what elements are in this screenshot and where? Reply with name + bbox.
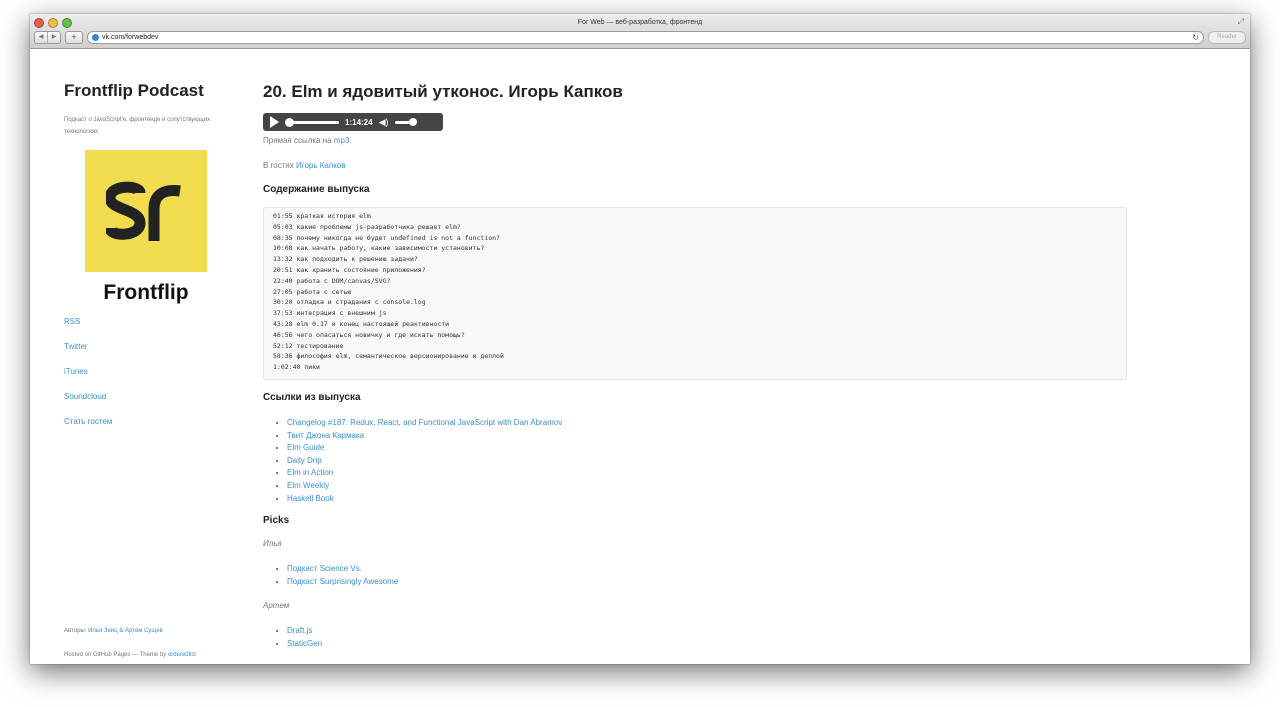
browser-window: For Web — веб-разработка, фронтенд ⤢ ◀ ▶… bbox=[30, 14, 1250, 664]
browser-toolbar: ◀ ▶ + vk.com/forwebdev ↻ Reader bbox=[34, 31, 1246, 44]
list-item-link[interactable]: Draft.js bbox=[287, 625, 322, 638]
direct-link-line: Прямая ссылка на mp3. bbox=[263, 136, 352, 145]
direct-link-label: Прямая ссылка на bbox=[263, 136, 332, 145]
list-item-link[interactable]: Твит Джона Кармака bbox=[287, 430, 562, 443]
back-arrow-icon[interactable]: ◀ bbox=[35, 32, 47, 43]
picks-list: Подкаст Science Vs. Подкаст Surprisingly… bbox=[275, 563, 398, 588]
volume-icon[interactable]: ◀) bbox=[379, 117, 389, 128]
reload-icon[interactable]: ↻ bbox=[1192, 32, 1199, 43]
forward-arrow-icon[interactable]: ▶ bbox=[47, 32, 60, 43]
add-bookmark-button[interactable]: + bbox=[65, 31, 83, 44]
direct-link-suffix: . bbox=[349, 136, 352, 145]
pick-author-name: Илья bbox=[263, 539, 282, 548]
guest-line: В гостях Игорь Капков bbox=[263, 161, 346, 170]
mp3-link[interactable]: mp3 bbox=[334, 136, 350, 145]
reader-button[interactable]: Reader bbox=[1208, 31, 1246, 44]
list-item-link[interactable]: StaticGen bbox=[287, 638, 322, 651]
logo-wordmark: Frontflip bbox=[103, 281, 189, 304]
list-item-link[interactable]: Changelog #187: Redux, React, and Functi… bbox=[287, 417, 562, 430]
timecode-line: 22:40 работа с DOM/canvas/SVG? bbox=[273, 276, 391, 285]
audio-player: 1:14:24 ◀) bbox=[263, 113, 443, 131]
sr-logo-icon bbox=[106, 181, 181, 241]
list-item-link[interactable]: Elm Guide bbox=[287, 442, 562, 455]
theme-author-link[interactable]: orderedlist bbox=[168, 652, 196, 658]
timecode-line: 27:05 работа с сетью bbox=[273, 287, 352, 296]
timecode-line: 37:53 интеграция с внешним js bbox=[273, 309, 387, 318]
sidebar: Frontflip Podcast Подкаст о JavaScript'е… bbox=[64, 49, 239, 664]
url-text: vk.com/forwebdev bbox=[102, 34, 159, 41]
list-item-link[interactable]: Elm in Action bbox=[287, 467, 562, 480]
title-bar: For Web — веб-разработка, фронтенд ⤢ ◀ ▶… bbox=[30, 14, 1250, 49]
picks-list: Draft.js StaticGen bbox=[275, 625, 322, 650]
timecode-line: 05:03 какие проблемы js-разработчика реш… bbox=[273, 222, 461, 231]
sidebar-link-soundcloud[interactable]: Soundcloud bbox=[64, 392, 112, 417]
page-content: Frontflip Podcast Подкаст о JavaScript'е… bbox=[30, 49, 1250, 664]
timecode-line: 52:12 тестирование bbox=[273, 341, 344, 350]
authors-label: Авторы: bbox=[64, 628, 87, 634]
timecodes-block: 01:55 краткая история elm 05:03 какие про… bbox=[263, 207, 1127, 380]
timecode-line: 58:36 философия elm, семантическое верси… bbox=[273, 352, 504, 361]
globe-icon bbox=[92, 34, 99, 41]
site-title[interactable]: Frontflip Podcast bbox=[64, 81, 204, 101]
history-buttons: ◀ ▶ bbox=[34, 31, 61, 44]
list-item-link[interactable]: Haskell Book bbox=[287, 493, 562, 506]
window-title: For Web — веб-разработка, фронтенд bbox=[577, 19, 703, 26]
authors-line: Авторы: Илья Зеиц & Артем Сущев bbox=[64, 628, 163, 634]
sidebar-link-become-guest[interactable]: Стать гостем bbox=[64, 417, 112, 442]
timecode-line: 20:51 как хранить состояние приложения? bbox=[273, 265, 426, 274]
podcast-logo bbox=[85, 150, 207, 272]
guest-link[interactable]: Игорь Капков bbox=[296, 161, 346, 170]
authors-link[interactable]: Илья Зеиц & Артем Сущев bbox=[88, 628, 163, 634]
site-description: Подкаст о JavaScript'е, фронтенде и сопу… bbox=[64, 117, 211, 135]
sidebar-link-itunes[interactable]: iTunes bbox=[64, 367, 112, 392]
list-item-link[interactable]: Daily Drip bbox=[287, 455, 562, 468]
hosted-line: Hosted on GitHub Pages — Theme by ordere… bbox=[64, 652, 196, 658]
episode-title: 20. Elm и ядовитый утконос. Игорь Капков bbox=[263, 82, 623, 101]
timecode-line: 30:20 отладка и страдания с console.log bbox=[273, 298, 426, 307]
volume-slider[interactable] bbox=[394, 117, 417, 126]
hosted-text: Hosted on GitHub Pages — Theme by bbox=[64, 652, 167, 658]
fullscreen-icon[interactable]: ⤢ bbox=[1238, 17, 1244, 27]
timecode-line: 46:56 чего опасаться новичку и где искат… bbox=[273, 330, 465, 339]
picks-heading: Picks bbox=[263, 515, 290, 526]
seek-slider[interactable] bbox=[285, 117, 339, 127]
address-bar[interactable]: vk.com/forwebdev ↻ bbox=[87, 31, 1204, 44]
timecode-line: 01:55 краткая история elm bbox=[273, 212, 371, 220]
timecode-line: 08:35 почему никогда не будет undefined … bbox=[273, 233, 500, 242]
list-item-link[interactable]: Elm Weekly bbox=[287, 480, 562, 493]
timecode-line: 1:02:40 пики bbox=[273, 363, 320, 372]
timecode-line: 13:32 как подходить к решению задачи? bbox=[273, 255, 418, 264]
sidebar-nav: RSS Twitter iTunes Soundcloud Стать гост… bbox=[64, 317, 112, 442]
links-heading: Ссылки из выпуска bbox=[263, 392, 361, 403]
links-list: Changelog #187: Redux, React, and Functi… bbox=[275, 417, 562, 505]
list-item-link[interactable]: Подкаст Science Vs. bbox=[287, 563, 398, 576]
player-time: 1:14:24 bbox=[345, 117, 373, 127]
sidebar-link-twitter[interactable]: Twitter bbox=[64, 342, 112, 367]
guest-label: В гостях bbox=[263, 161, 294, 170]
timecode-line: 43:28 elm 0.17 и конец настоящей реактив… bbox=[273, 319, 450, 328]
list-item-link[interactable]: Подкаст Surprisingly Awesome bbox=[287, 576, 398, 589]
pick-author-name: Артем bbox=[263, 601, 290, 610]
play-icon[interactable] bbox=[270, 116, 279, 128]
contents-heading: Содержание выпуска bbox=[263, 184, 370, 195]
episode-main: 20. Elm и ядовитый утконос. Игорь Капков… bbox=[263, 49, 1127, 664]
sidebar-link-rss[interactable]: RSS bbox=[64, 317, 112, 342]
timecode-line: 10:08 как начать работу, какие зависимос… bbox=[273, 244, 485, 253]
